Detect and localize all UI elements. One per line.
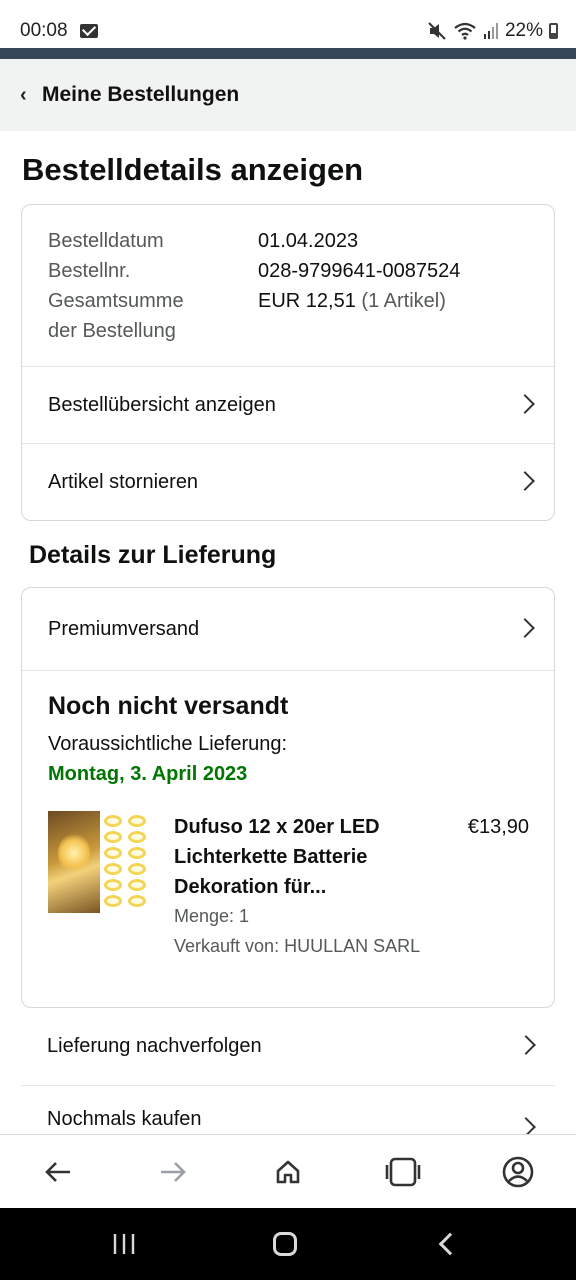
track-delivery-row[interactable]: Lieferung nachverfolgen (21, 1008, 555, 1084)
view-order-summary-row[interactable]: Bestellübersicht anzeigen (22, 367, 554, 443)
cancel-items-row[interactable]: Artikel stornieren (22, 444, 554, 520)
row-label: Nochmals kaufen (47, 1108, 202, 1130)
back-link[interactable]: Meine Bestellungen (42, 83, 239, 107)
battery-percent: 22% (504, 20, 543, 41)
order-total-value: EUR 12,51 (1 Artikel) (258, 286, 446, 316)
product-image[interactable] (48, 811, 150, 913)
chevron-right-icon (515, 618, 535, 638)
status-time: 00:08 (20, 20, 68, 41)
order-number-label: Bestellnr. (48, 260, 131, 282)
forward-arrow-icon[interactable] (133, 1135, 213, 1209)
chevron-right-icon (516, 1035, 536, 1055)
system-nav-bar (0, 1208, 576, 1280)
status-right: 22% (427, 20, 558, 42)
account-icon[interactable] (478, 1135, 558, 1209)
shipping-method-row[interactable]: Premiumversand (22, 590, 554, 668)
chevron-right-icon (515, 471, 535, 491)
system-back-icon[interactable] (406, 1208, 486, 1280)
order-date-label: Bestelldatum (48, 230, 164, 252)
browser-bottom-nav (0, 1134, 576, 1208)
order-total-amount: EUR 12,51 (258, 290, 356, 312)
divider (22, 670, 554, 671)
expected-delivery-date: Montag, 3. April 2023 (48, 763, 248, 785)
back-header[interactable]: ‹ Meine Bestellungen (0, 59, 576, 131)
chevron-left-icon[interactable]: ‹ (20, 84, 40, 107)
shipping-method-label: Premiumversand (48, 617, 200, 640)
order-total-label: Gesamtsumme (48, 290, 184, 312)
order-number-value: 028-9799641-0087524 (258, 260, 461, 282)
buy-again-row[interactable]: Nochmals kaufen (21, 1086, 555, 1137)
expected-delivery-label: Voraussichtliche Lieferung: (48, 733, 288, 755)
order-total-items: (1 Artikel) (361, 290, 446, 312)
mute-icon (428, 22, 446, 40)
app-header-strip (0, 48, 576, 59)
mail-icon (80, 24, 98, 38)
order-summary-card: Bestelldatum 01.04.2023 Bestellnr. 028-9… (21, 204, 555, 521)
chevron-right-icon (515, 394, 535, 414)
product-quantity: Menge: 1 (174, 906, 250, 926)
home-icon[interactable] (248, 1135, 328, 1209)
tabs-icon[interactable] (363, 1135, 443, 1209)
recent-apps-icon[interactable] (84, 1208, 164, 1280)
wifi-icon (454, 22, 476, 40)
row-label: Bestellübersicht anzeigen (48, 393, 276, 416)
delivery-card: Premiumversand Noch nicht versandt Vorau… (21, 587, 555, 1008)
product-title-link[interactable]: Dufuso 12 x 20er LED Lichterkette Batter… (174, 812, 414, 902)
system-home-icon[interactable] (245, 1208, 325, 1280)
order-total-label-2: der Bestellung (48, 320, 176, 342)
row-label: Artikel stornieren (48, 470, 199, 493)
battery-icon (549, 23, 558, 39)
product-image-jar (48, 811, 100, 913)
order-date-value: 01.04.2023 (258, 230, 359, 252)
product-image-coils (102, 811, 150, 913)
product-price: €13,90 (467, 816, 529, 838)
back-arrow-icon[interactable] (18, 1135, 98, 1209)
shipment-status: Noch nicht versandt (48, 692, 289, 720)
product-seller: Verkauft von: HUULLAN SARL (174, 936, 421, 956)
signal-icon (483, 23, 498, 39)
status-bar: 00:08 22% (0, 0, 576, 48)
delivery-section-title: Details zur Lieferung (29, 541, 277, 569)
page-title: Bestelldetails anzeigen (22, 152, 364, 187)
row-label: Lieferung nachverfolgen (47, 1034, 262, 1057)
